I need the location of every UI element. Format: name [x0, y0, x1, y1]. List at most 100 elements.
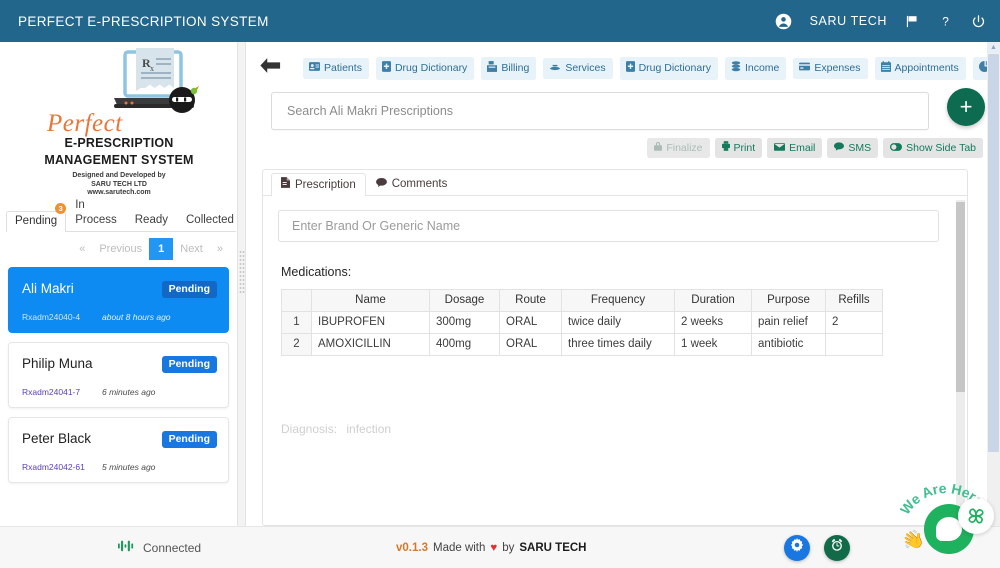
module-navigation: Patients Drug Dictionary Billing Service…	[247, 50, 1000, 86]
pagination-previous[interactable]: Previous	[92, 239, 149, 259]
book-medical-icon	[381, 60, 391, 76]
signal-icon	[118, 540, 134, 555]
top-bar-right-group: SARU TECH ?	[775, 13, 986, 30]
scroll-up-arrow-icon[interactable]: ▲	[987, 42, 1000, 53]
brand-line-1: E-PRESCRIPTION	[64, 136, 174, 150]
module-tab-list: Patients Drug Dictionary Billing Service…	[303, 56, 1000, 80]
resize-grip-handle[interactable]	[239, 250, 245, 294]
print-button[interactable]: Print	[714, 138, 763, 158]
alarm-button[interactable]	[824, 534, 850, 561]
main-scrollbar-track[interactable]: ▲	[987, 42, 1000, 526]
brand-generic-name-field[interactable]	[278, 210, 939, 242]
tab-expenses-label: Expenses	[814, 61, 861, 74]
status-tab-pending[interactable]: Pending 3	[6, 203, 67, 232]
list-item[interactable]: Philip Muna Pending Rxadm24041-7 6 minut…	[8, 342, 229, 408]
current-user-label[interactable]: SARU TECH	[810, 14, 887, 28]
pagination-page-1[interactable]: 1	[149, 238, 174, 260]
cell-frequency: three times daily	[561, 333, 675, 356]
email-button[interactable]: Email	[767, 138, 823, 158]
sidebar-resize-divider[interactable]	[238, 42, 246, 526]
tab-services[interactable]: Services	[543, 57, 613, 79]
brand-script-word: Perfect	[47, 110, 123, 137]
back-arrow-icon[interactable]	[259, 57, 281, 79]
show-side-tab-button[interactable]: Show Side Tab	[883, 138, 983, 158]
tab-prescription[interactable]: Prescription	[271, 173, 366, 196]
patient-name: Philip Muna	[22, 356, 93, 371]
action-button-row: Finalize Print Email SMS Show Side Tab	[271, 138, 983, 158]
col-route: Route	[499, 289, 562, 312]
list-item[interactable]: Ali Makri Pending Rxadm24040-4 about 8 h…	[8, 267, 229, 333]
tab-appointments[interactable]: Appointments	[874, 56, 966, 80]
settings-button[interactable]	[784, 534, 810, 561]
brand-generic-name-input[interactable]	[290, 218, 927, 234]
sms-button[interactable]: SMS	[827, 138, 879, 158]
cell-name: AMOXICILLIN	[311, 333, 430, 356]
tab-patients[interactable]: Patients	[303, 57, 369, 79]
patient-rx-id: Rxadm24040-4	[22, 312, 81, 322]
search-box[interactable]	[271, 92, 929, 130]
power-icon[interactable]	[971, 14, 986, 29]
panel-scrollbar-thumb[interactable]	[956, 202, 965, 392]
finalize-button[interactable]: Finalize	[647, 138, 710, 158]
help-icon[interactable]: ?	[938, 13, 953, 29]
table-row[interactable]: 1 IBUPROFEN 300mg ORAL twice daily 2 wee…	[281, 311, 883, 334]
heart-icon: ♥	[490, 541, 498, 554]
main-scrollbar-thumb[interactable]	[988, 54, 999, 452]
cell-index: 1	[281, 311, 312, 334]
tab-drug-dictionary-2[interactable]: Drug Dictionary	[619, 56, 718, 80]
application-window: PERFECT E-PRESCRIPTION SYSTEM SARU TECH …	[0, 0, 1000, 568]
list-item[interactable]: Peter Black Pending Rxadm24042-61 5 minu…	[8, 417, 229, 483]
chat-widget[interactable]: We Are Here 👋	[898, 480, 994, 560]
tab-drug-dictionary-1[interactable]: Drug Dictionary	[375, 56, 475, 80]
lock-icon	[654, 141, 663, 155]
cell-duration: 2 weeks	[674, 311, 752, 334]
cash-register-icon	[487, 60, 498, 76]
table-row[interactable]: 2 AMOXICILLIN 400mg ORAL three times dai…	[281, 333, 883, 356]
status-tab-collected[interactable]: Collected	[177, 210, 243, 231]
brand-credit-line-2: SARU TECH LTD	[91, 180, 147, 188]
chat-brand-badge[interactable]	[958, 498, 994, 534]
col-purpose: Purpose	[751, 289, 826, 312]
tab-income-label: Income	[744, 61, 780, 74]
status-badge: Pending	[161, 281, 217, 298]
cell-name: IBUPROFEN	[311, 311, 430, 334]
tab-drug-dictionary-1-label: Drug Dictionary	[394, 61, 468, 74]
patient-rx-id: Rxadm24041-7	[22, 387, 81, 397]
sidebar: R x Perfect E-PRESCRIPTION MANAGEMENT SY…	[0, 42, 238, 526]
tab-services-label: Services	[565, 61, 606, 74]
toggle-icon	[890, 142, 903, 155]
footer-buttons	[784, 534, 850, 561]
search-input[interactable]	[285, 103, 915, 119]
tab-income[interactable]: Income	[724, 56, 787, 80]
patient-rx-id: Rxadm24042-61	[22, 462, 85, 472]
add-prescription-button[interactable]: +	[947, 88, 985, 126]
tab-billing[interactable]: Billing	[481, 56, 537, 80]
pagination-last[interactable]: »	[210, 239, 230, 259]
footer-credits: v0.1.3 Made with ♥ by SARU TECH	[396, 542, 586, 554]
printer-icon	[721, 141, 730, 155]
comment-icon	[834, 141, 845, 155]
tab-drug-dictionary-2-label: Drug Dictionary	[638, 61, 711, 74]
finalize-label: Finalize	[666, 141, 703, 154]
col-duration: Duration	[674, 289, 752, 312]
brand-credit-line-1: Designed and Developed by	[72, 172, 166, 179]
pagination: « Previous 1 Next »	[0, 238, 230, 260]
tab-comments[interactable]: Comments	[366, 173, 458, 195]
email-label: Email	[789, 141, 816, 154]
status-badge: Pending	[161, 356, 217, 373]
tab-expenses[interactable]: Expenses	[793, 57, 868, 79]
brand-block: R x Perfect E-PRESCRIPTION MANAGEMENT SY…	[0, 42, 237, 205]
user-circle-icon[interactable]	[775, 13, 792, 30]
status-tab-ready[interactable]: Ready	[126, 210, 177, 231]
connection-status-label: Connected	[143, 540, 202, 555]
flag-icon[interactable]	[905, 14, 920, 29]
col-index	[281, 289, 312, 312]
status-badge: Pending	[161, 431, 217, 448]
status-tab-in-process[interactable]: In Process	[66, 195, 126, 231]
sms-label: SMS	[848, 141, 872, 154]
cell-refills	[825, 333, 883, 356]
pagination-first[interactable]: «	[72, 239, 92, 259]
tab-comments-label: Comments	[391, 178, 448, 190]
pagination-next[interactable]: Next	[173, 239, 210, 259]
medications-table-body: 1 IBUPROFEN 300mg ORAL twice daily 2 wee…	[281, 311, 883, 356]
